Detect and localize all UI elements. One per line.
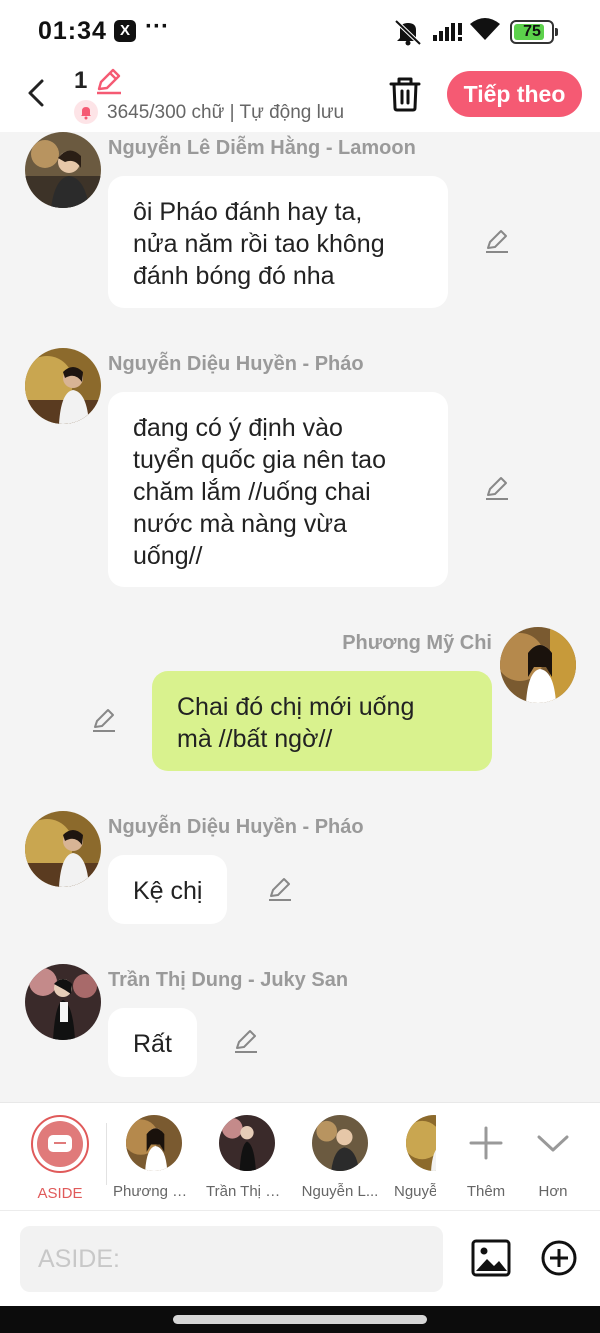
- divider: [106, 1123, 107, 1185]
- aside-avatar: [31, 1115, 89, 1173]
- character-item[interactable]: Phương M...: [113, 1115, 195, 1200]
- character-item[interactable]: Nguyễ: [392, 1115, 436, 1200]
- sender-name: Nguyễn Diệu Huyền - Pháo: [108, 353, 364, 375]
- clock: 01:34: [38, 17, 107, 45]
- next-button[interactable]: Tiếp theo: [447, 71, 582, 117]
- plus-icon: [469, 1126, 503, 1160]
- sender-name: Nguyễn Lê Diễm Hằng - Lamoon: [108, 137, 416, 159]
- back-button[interactable]: [22, 76, 52, 110]
- character-name: Nguyễ: [394, 1183, 436, 1200]
- avatar: [126, 1115, 182, 1171]
- message-bubble[interactable]: Rất: [108, 1008, 197, 1077]
- message-bubble[interactable]: ôi Pháo đánh hay ta, nửa năm rồi tao khô…: [108, 176, 448, 308]
- wifi-icon: [470, 18, 500, 40]
- edit-message-icon[interactable]: [484, 476, 510, 502]
- avatar: [219, 1115, 275, 1171]
- x-app-icon: X: [114, 20, 136, 42]
- message-text: Kệ chị: [133, 877, 203, 905]
- editor-header: 1 3645/300 chữ | Tự động lưu Tiếp theo: [0, 62, 600, 132]
- avatar: [312, 1115, 368, 1171]
- trash-icon[interactable]: [388, 76, 422, 112]
- character-name: Nguyễn L...: [301, 1183, 379, 1200]
- aside-character[interactable]: ASIDE: [19, 1115, 101, 1202]
- chapter-title: 1: [74, 67, 88, 94]
- sender-name: Nguyễn Diệu Huyền - Pháo: [108, 816, 364, 838]
- avatar[interactable]: [500, 627, 576, 703]
- edit-message-icon[interactable]: [91, 708, 117, 734]
- character-item[interactable]: Trần Thị D...: [206, 1115, 288, 1200]
- message-text: đang có ý định vào tuyển quốc gia nên ta…: [133, 414, 386, 570]
- home-indicator[interactable]: [173, 1315, 427, 1324]
- mute-bell-icon: [394, 19, 422, 46]
- message-text: ôi Pháo đánh hay ta, nửa năm rồi tao khô…: [133, 198, 385, 290]
- edit-message-icon[interactable]: [484, 229, 510, 255]
- message-input[interactable]: [20, 1226, 443, 1292]
- character-name: Phương M...: [113, 1183, 195, 1200]
- aside-icon: [48, 1135, 72, 1152]
- battery-level: 75: [523, 23, 541, 40]
- edit-message-icon[interactable]: [267, 877, 293, 903]
- avatar[interactable]: [25, 811, 101, 887]
- sender-name: Trần Thị Dung - Juky San: [108, 969, 349, 991]
- add-icon[interactable]: [540, 1239, 578, 1277]
- status-bar: 01:34 X ··· 75: [0, 0, 600, 62]
- message-text: Chai đó chị mới uống mà //bất ngờ//: [177, 693, 415, 753]
- message-bubble[interactable]: Kệ chị: [108, 855, 228, 924]
- edit-message-icon[interactable]: [233, 1029, 259, 1055]
- character-selector: ASIDE Phương M... Trần Thị D... Nguyễn L…: [0, 1102, 600, 1210]
- sender-name: Phương Mỹ Chi: [342, 632, 492, 654]
- chevron-down-icon: [537, 1135, 569, 1152]
- edit-title-icon[interactable]: [94, 67, 122, 95]
- aside-label: ASIDE: [37, 1185, 83, 1202]
- add-character-button[interactable]: Thêm: [452, 1115, 520, 1200]
- more-label: Hơn: [538, 1183, 568, 1200]
- message-text: Rất: [133, 1030, 172, 1058]
- word-count-status: 3645/300 chữ | Tự động lưu: [107, 102, 345, 123]
- character-name: Trần Thị D...: [206, 1183, 288, 1200]
- character-item[interactable]: Nguyễn L...: [299, 1115, 381, 1200]
- message-bubble[interactable]: đang có ý định vào tuyển quốc gia nên ta…: [108, 392, 448, 587]
- avatar: [406, 1115, 436, 1171]
- avatar[interactable]: [25, 348, 101, 424]
- battery-indicator: 75: [510, 20, 554, 44]
- bell-icon: [74, 100, 98, 124]
- more-characters-button[interactable]: Hơn: [519, 1115, 587, 1200]
- battery-nub: [555, 28, 558, 36]
- image-icon[interactable]: [471, 1239, 511, 1277]
- system-nav-bar: [0, 1306, 600, 1333]
- chat-area: Nguyễn Lê Diễm Hằng - Lamoon ôi Pháo đán…: [0, 132, 600, 1102]
- avatar[interactable]: [25, 132, 101, 208]
- signal-icon: [433, 23, 462, 41]
- more-notifications-icon: ···: [145, 13, 169, 40]
- compose-bar: [0, 1210, 600, 1306]
- add-label: Thêm: [466, 1183, 506, 1200]
- message-bubble[interactable]: Chai đó chị mới uống mà //bất ngờ//: [152, 671, 492, 771]
- avatar[interactable]: [25, 964, 101, 1040]
